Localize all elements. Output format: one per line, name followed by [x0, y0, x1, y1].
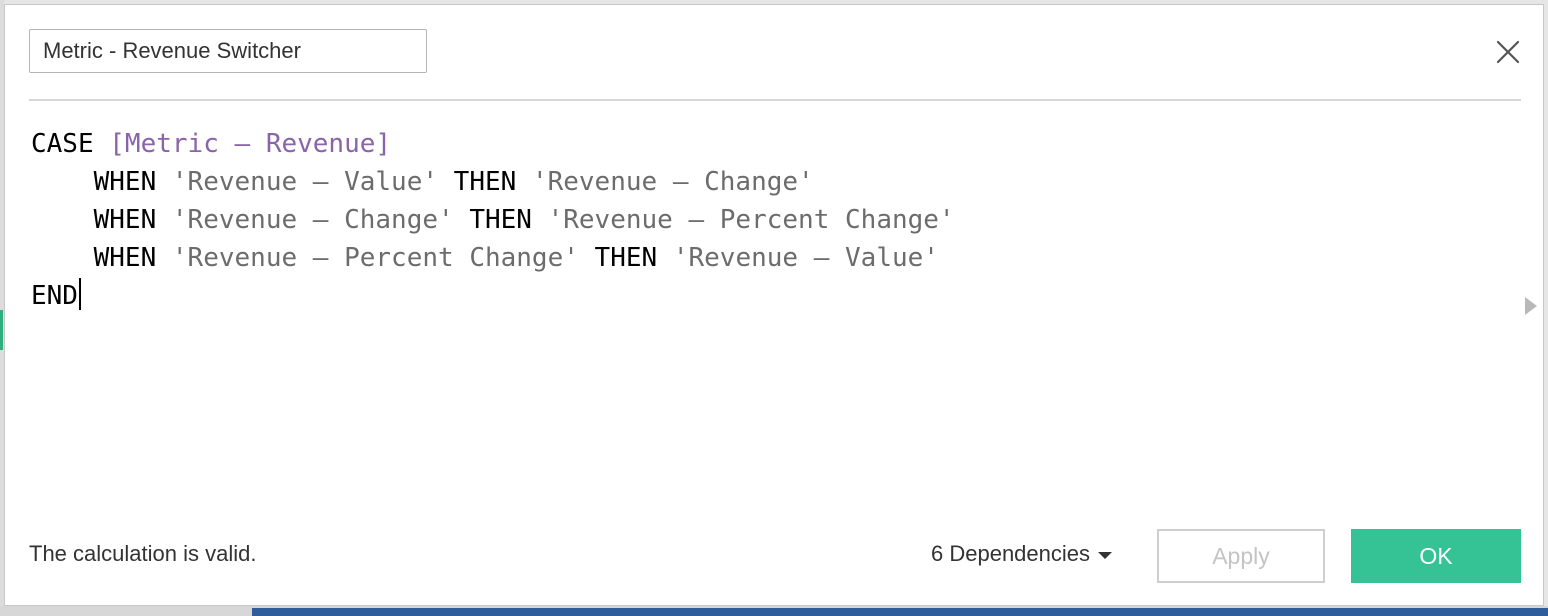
code-keyword: THEN: [438, 167, 532, 197]
code-keyword: WHEN: [93, 205, 172, 235]
code-string-literal: 'Revenue – Percent Change': [171, 243, 579, 273]
code-string-literal: 'Revenue – Value': [672, 243, 939, 273]
code-keyword: END: [31, 281, 78, 311]
background-app-accent: [0, 310, 3, 350]
header-divider: [29, 99, 1521, 101]
code-keyword: WHEN: [93, 167, 172, 197]
code-keyword: THEN: [453, 205, 548, 235]
formula-editor[interactable]: CASE [Metric – Revenue] WHEN 'Revenue – …: [31, 125, 1511, 505]
dependencies-dropdown[interactable]: 6 Dependencies: [931, 541, 1113, 567]
code-string-literal: 'Revenue – Value': [171, 167, 439, 197]
close-icon: [1496, 40, 1520, 64]
code-keyword: WHEN: [93, 243, 172, 273]
code-line: WHEN 'Revenue – Value' THEN 'Revenue – C…: [31, 163, 1511, 201]
expand-panel-arrow-icon[interactable]: [1525, 297, 1537, 315]
calculation-name-input[interactable]: [29, 29, 427, 73]
code-field-reference: [Metric – Revenue]: [109, 129, 392, 159]
code-string-literal: 'Revenue – Change': [171, 205, 454, 235]
code-line: CASE [Metric – Revenue]: [31, 125, 1511, 163]
validation-status: The calculation is valid.: [29, 541, 257, 566]
chevron-down-icon: [1098, 551, 1113, 559]
code-keyword: CASE: [31, 129, 110, 159]
calculation-editor-dialog: CASE [Metric – Revenue] WHEN 'Revenue – …: [4, 4, 1544, 606]
dependencies-label: 6 Dependencies: [931, 541, 1091, 566]
ok-button[interactable]: OK: [1351, 529, 1521, 583]
close-button[interactable]: [1491, 35, 1525, 69]
text-cursor: [78, 278, 81, 310]
apply-button[interactable]: Apply: [1157, 529, 1325, 583]
code-string-literal: 'Revenue – Change': [531, 167, 814, 197]
code-line: WHEN 'Revenue – Change' THEN 'Revenue – …: [31, 201, 1511, 239]
code-line: END: [31, 277, 1511, 315]
code-keyword: THEN: [578, 243, 673, 273]
code-line: WHEN 'Revenue – Percent Change' THEN 'Re…: [31, 239, 1511, 277]
code-string-literal: 'Revenue – Percent Change': [547, 205, 955, 235]
background-app-selection: [252, 608, 1548, 616]
